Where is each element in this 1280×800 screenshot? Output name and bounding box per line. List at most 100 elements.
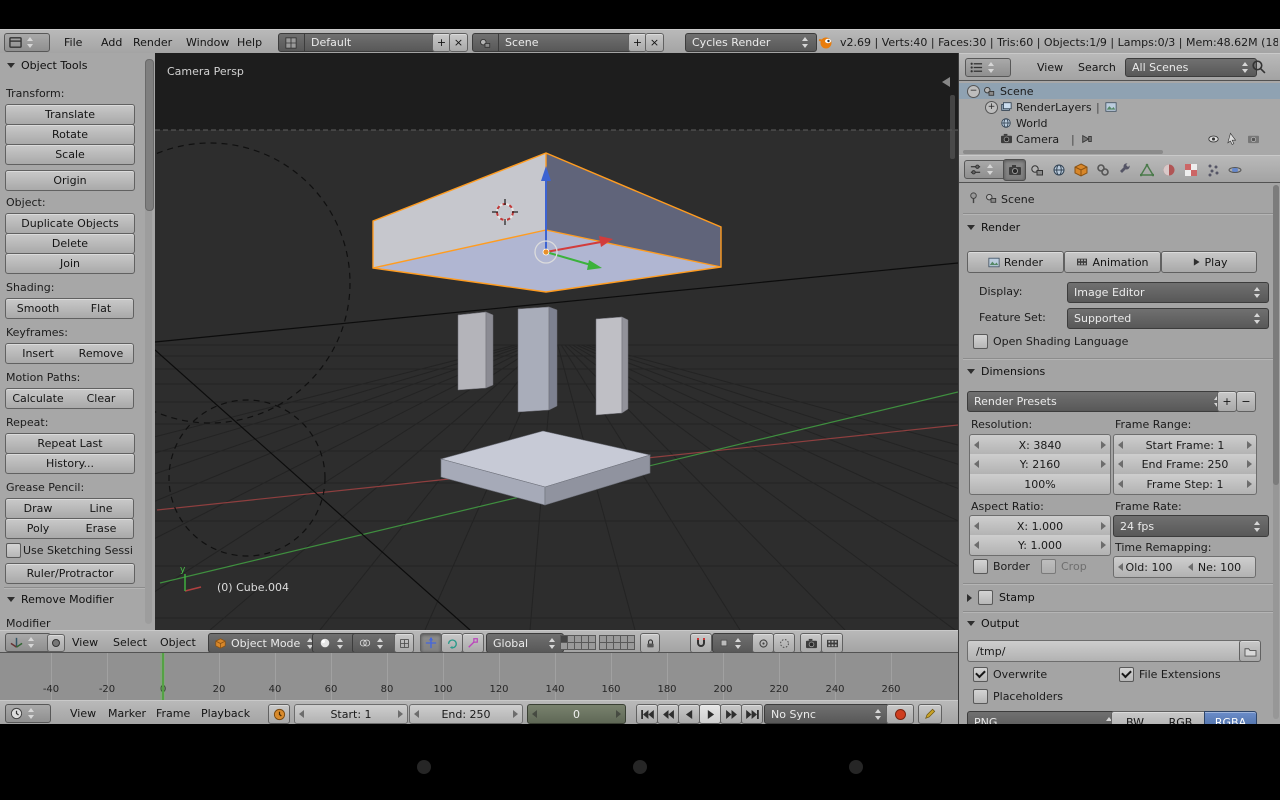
- outliner-row-scene[interactable]: − Scene: [959, 83, 1280, 99]
- menu-window[interactable]: Window: [186, 30, 229, 54]
- gp-draw-button[interactable]: Draw: [5, 498, 71, 519]
- origin-button[interactable]: Origin: [5, 170, 135, 191]
- snap-toggle[interactable]: [690, 633, 712, 653]
- translate-button[interactable]: Translate: [5, 104, 135, 125]
- manipulator-translate-toggle[interactable]: [420, 633, 442, 653]
- menu-help[interactable]: Help: [237, 30, 262, 54]
- resolution-percent-field[interactable]: 100%: [969, 474, 1111, 495]
- output-panel-header[interactable]: Output: [967, 617, 1019, 630]
- menu-select[interactable]: Select: [113, 631, 147, 653]
- remove-modifier-panel-header[interactable]: Remove Modifier: [7, 593, 114, 606]
- stamp-checkbox[interactable]: [978, 590, 993, 605]
- overwrite-checkbox[interactable]: [973, 667, 988, 682]
- file-extensions-checkbox[interactable]: [1119, 667, 1134, 682]
- menu-file[interactable]: File: [64, 30, 82, 54]
- editor-type-button[interactable]: [5, 633, 51, 652]
- camera-data-icon[interactable]: [1081, 133, 1093, 145]
- gp-line-button[interactable]: Line: [69, 498, 134, 519]
- end-frame-field[interactable]: End: 250: [409, 704, 523, 724]
- opengl-render-anim-button[interactable]: [821, 633, 843, 653]
- remap-old-field[interactable]: Old: 100: [1113, 556, 1185, 578]
- panel-expand-icon[interactable]: [967, 621, 975, 626]
- menu-object[interactable]: Object: [160, 631, 196, 653]
- sketching-sessions-checkbox[interactable]: [6, 543, 21, 558]
- image-data-icon[interactable]: [1105, 101, 1117, 113]
- decrement-icon[interactable]: [1118, 460, 1123, 468]
- delete-button[interactable]: Delete: [5, 233, 135, 254]
- play-button[interactable]: [699, 704, 721, 724]
- render-button[interactable]: Render: [967, 251, 1064, 273]
- menu-add[interactable]: Add: [101, 30, 122, 54]
- outliner-scope-dropdown[interactable]: All Scenes: [1125, 58, 1257, 77]
- decrement-icon[interactable]: [1118, 441, 1123, 449]
- outliner-row-camera[interactable]: Camera |: [959, 131, 1280, 147]
- render-presets-dropdown[interactable]: Render Presets: [967, 391, 1229, 412]
- increment-icon[interactable]: [1247, 441, 1252, 449]
- animation-button[interactable]: Animation: [1064, 251, 1161, 273]
- increment-icon[interactable]: [616, 710, 621, 718]
- decrement-icon[interactable]: [974, 522, 979, 530]
- output-path-field[interactable]: /tmp/: [967, 640, 1247, 662]
- history-button[interactable]: History...: [5, 453, 135, 474]
- tab-texture[interactable]: [1179, 159, 1202, 181]
- panel-expand-icon[interactable]: [7, 597, 15, 602]
- flat-button[interactable]: Flat: [69, 298, 134, 319]
- tab-object[interactable]: [1069, 159, 1092, 181]
- outliner-scrollbar[interactable]: [963, 150, 1163, 154]
- tab-world[interactable]: [1047, 159, 1070, 181]
- increment-icon[interactable]: [1101, 541, 1106, 549]
- decrement-icon[interactable]: [974, 460, 979, 468]
- pivot-align-toggle[interactable]: [394, 633, 414, 653]
- repeat-last-button[interactable]: Repeat Last: [5, 433, 135, 454]
- dimensions-panel-header[interactable]: Dimensions: [967, 365, 1045, 378]
- play-reverse-button[interactable]: [678, 704, 700, 724]
- smooth-button[interactable]: Smooth: [5, 298, 71, 319]
- feature-set-dropdown[interactable]: Supported: [1067, 308, 1269, 329]
- calculate-paths-button[interactable]: Calculate: [5, 388, 71, 409]
- start-frame-field[interactable]: Start Frame: 1: [1113, 434, 1257, 456]
- preset-add-button[interactable]: +: [1217, 391, 1237, 412]
- render-toggle-icon[interactable]: [1247, 133, 1260, 144]
- increment-icon[interactable]: [513, 710, 518, 718]
- tab-particles[interactable]: [1201, 159, 1224, 181]
- border-checkbox[interactable]: [973, 559, 988, 574]
- properties-scrollbar-track[interactable]: [1273, 185, 1279, 719]
- display-dropdown[interactable]: Image Editor: [1067, 282, 1269, 303]
- jump-to-start-button[interactable]: [636, 704, 658, 724]
- increment-icon[interactable]: [398, 710, 403, 718]
- keying-set-button[interactable]: [918, 704, 942, 724]
- outliner-row-world[interactable]: World: [959, 115, 1280, 131]
- duplicate-objects-button[interactable]: Duplicate Objects: [5, 213, 135, 234]
- previous-keyframe-button[interactable]: [657, 704, 679, 724]
- tab-constraints[interactable]: [1091, 159, 1114, 181]
- render-panel-header[interactable]: Render: [967, 221, 1020, 234]
- editor-type-button[interactable]: [965, 58, 1011, 77]
- osl-checkbox[interactable]: [973, 334, 988, 349]
- scene-delete-button[interactable]: ×: [645, 33, 664, 52]
- file-format-dropdown[interactable]: PNG: [967, 711, 1121, 724]
- layer-toggle[interactable]: [627, 642, 635, 650]
- panel-expand-icon[interactable]: [967, 594, 972, 602]
- editor-type-button[interactable]: [4, 33, 50, 52]
- menu-marker[interactable]: Marker: [108, 701, 146, 725]
- tab-render[interactable]: [1003, 159, 1026, 181]
- viewport-scrollbar[interactable]: [950, 95, 955, 159]
- pillar-object-1[interactable]: [458, 312, 493, 390]
- eye-icon[interactable]: [1207, 133, 1220, 145]
- menu-view[interactable]: View: [70, 701, 96, 725]
- color-rgba-button[interactable]: RGBA: [1204, 711, 1257, 724]
- header-context-button[interactable]: [47, 634, 65, 652]
- panel-expand-icon[interactable]: [7, 63, 15, 68]
- outliner-row-renderlayers[interactable]: + RenderLayers |: [959, 99, 1280, 115]
- increment-icon[interactable]: [1101, 522, 1106, 530]
- menu-view[interactable]: View: [72, 631, 98, 653]
- decrement-icon[interactable]: [974, 541, 979, 549]
- increment-icon[interactable]: [1247, 460, 1252, 468]
- search-icon[interactable]: [1251, 59, 1266, 74]
- color-bw-button[interactable]: BW: [1111, 711, 1159, 724]
- decrement-icon[interactable]: [299, 710, 304, 718]
- scene-name-field[interactable]: Scene: [498, 33, 640, 52]
- scale-button[interactable]: Scale: [5, 144, 135, 165]
- remove-keyframe-button[interactable]: Remove: [69, 343, 134, 364]
- tab-modifiers[interactable]: [1113, 159, 1136, 181]
